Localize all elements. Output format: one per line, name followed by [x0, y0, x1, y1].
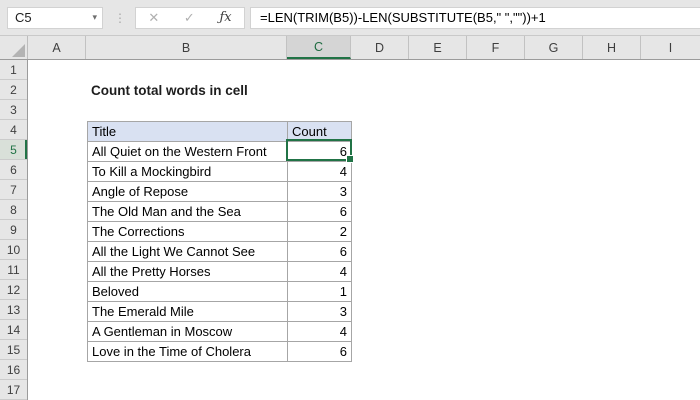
select-all-corner[interactable] — [0, 36, 28, 59]
table-cell-title[interactable]: The Emerald Mile — [88, 302, 288, 322]
row-header-5-selected[interactable]: 5 — [0, 140, 27, 160]
table-cell-title[interactable]: The Corrections — [88, 222, 288, 242]
insert-function-icon[interactable]: ƒx — [219, 11, 231, 24]
column-header-h[interactable]: H — [583, 36, 641, 59]
enter-icon[interactable]: ✓ — [184, 11, 195, 24]
column-header-f[interactable]: F — [467, 36, 525, 59]
row-header-11[interactable]: 11 — [0, 260, 27, 280]
row-header-4[interactable]: 4 — [0, 120, 27, 140]
table-cell-title[interactable]: To Kill a Mockingbird — [88, 162, 288, 182]
row-header-6[interactable]: 6 — [0, 160, 27, 180]
table-cell-title[interactable]: All the Pretty Horses — [88, 262, 288, 282]
table-cell-count[interactable]: 2 — [288, 222, 352, 242]
table-cell-count[interactable]: 6 — [288, 202, 352, 222]
table-cell-title[interactable]: All the Light We Cannot See — [88, 242, 288, 262]
formula-input[interactable]: =LEN(TRIM(B5))-LEN(SUBSTITUTE(B5," ","")… — [250, 6, 700, 29]
cancel-icon[interactable]: ✕ — [148, 11, 159, 24]
row-header-2[interactable]: 2 — [0, 80, 27, 100]
row-header-13[interactable]: 13 — [0, 300, 27, 320]
table-cell-count[interactable]: 4 — [288, 322, 352, 342]
row-header-12[interactable]: 12 — [0, 280, 27, 300]
select-all-triangle-icon — [12, 44, 25, 57]
table-cell-count[interactable]: 1 — [288, 282, 352, 302]
column-header-g[interactable]: G — [525, 36, 583, 59]
row-header-17[interactable]: 17 — [0, 380, 27, 400]
row-header-10[interactable]: 10 — [0, 240, 27, 260]
column-header-row: A B C D E F G H I — [0, 36, 700, 60]
table-cell-title[interactable]: Angle of Repose — [88, 182, 288, 202]
column-header-b[interactable]: B — [86, 36, 287, 59]
table-cell-title[interactable]: A Gentleman in Moscow — [88, 322, 288, 342]
column-header-a[interactable]: A — [28, 36, 86, 59]
row-header-16[interactable]: 16 — [0, 360, 27, 380]
row-header-14[interactable]: 14 — [0, 320, 27, 340]
worksheet-canvas[interactable]: Count total words in cell Title Count Al… — [28, 60, 700, 400]
column-header-c-selected[interactable]: C — [287, 36, 351, 59]
table-cell-title[interactable]: The Old Man and the Sea — [88, 202, 288, 222]
fill-handle[interactable] — [346, 155, 354, 163]
table-cell-count-selected[interactable]: 6 — [288, 142, 352, 162]
table-cell-title[interactable]: Love in the Time of Cholera — [88, 342, 288, 362]
sheet-body: 1 2 3 4 5 6 7 8 9 10 11 12 13 14 15 16 1… — [0, 60, 700, 400]
table-cell-title[interactable]: All Quiet on the Western Front — [88, 142, 288, 162]
name-box-dropdown-icon[interactable]: ▾ — [92, 13, 97, 22]
table-cell-count[interactable]: 6 — [288, 342, 352, 362]
row-header-7[interactable]: 7 — [0, 180, 27, 200]
row-header-15[interactable]: 15 — [0, 340, 27, 360]
name-box[interactable]: C5 ▾ — [7, 6, 103, 29]
table-cell-count[interactable]: 4 — [288, 262, 352, 282]
row-header-8[interactable]: 8 — [0, 200, 27, 220]
table-cell-count[interactable]: 6 — [288, 242, 352, 262]
column-header-e[interactable]: E — [409, 36, 467, 59]
table-cell-count[interactable]: 4 — [288, 162, 352, 182]
worksheet-title-cell-b2[interactable]: Count total words in cell — [91, 81, 248, 101]
name-box-value: C5 — [15, 10, 32, 25]
toolbar-dots-separator: ⋮ — [114, 10, 126, 25]
row-header-3[interactable]: 3 — [0, 100, 27, 120]
table-cell-title[interactable]: Beloved — [88, 282, 288, 302]
formula-button-group: ✕ ✓ ƒx — [135, 6, 245, 29]
row-header-1[interactable]: 1 — [0, 60, 27, 80]
table-cell-count[interactable]: 3 — [288, 302, 352, 322]
books-table: Title Count All Quiet on the Western Fro… — [87, 121, 352, 362]
table-header-count[interactable]: Count — [288, 122, 352, 142]
formula-text: =LEN(TRIM(B5))-LEN(SUBSTITUTE(B5," ","")… — [260, 10, 546, 25]
row-header-9[interactable]: 9 — [0, 220, 27, 240]
table-cell-count[interactable]: 3 — [288, 182, 352, 202]
column-header-d[interactable]: D — [351, 36, 409, 59]
formula-bar-row: C5 ▾ ⋮ ✕ ✓ ƒx =LEN(TRIM(B5))-LEN(SUBSTIT… — [0, 0, 700, 36]
table-header-title[interactable]: Title — [88, 122, 288, 142]
row-header-column: 1 2 3 4 5 6 7 8 9 10 11 12 13 14 15 16 1… — [0, 60, 28, 400]
column-header-i[interactable]: I — [641, 36, 700, 59]
